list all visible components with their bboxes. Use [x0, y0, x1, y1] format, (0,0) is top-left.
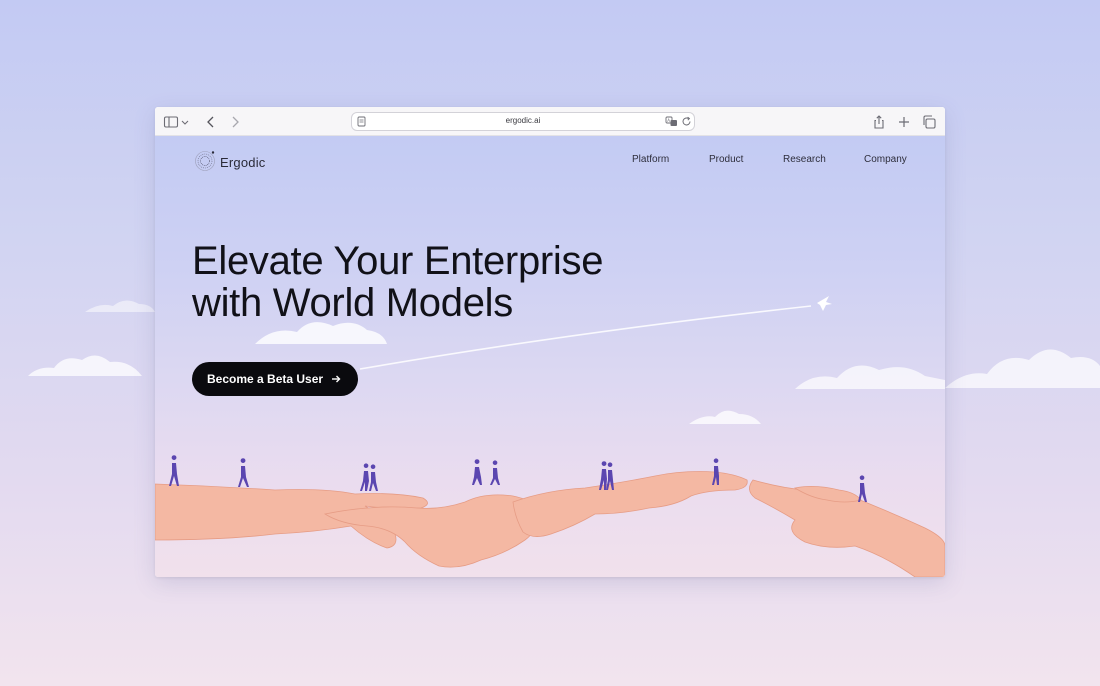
reload-icon[interactable] [680, 115, 693, 128]
cloud-center [255, 322, 387, 344]
forward-icon[interactable] [227, 114, 243, 130]
hero-illustration [155, 296, 945, 577]
airplane-icon [817, 296, 832, 311]
cta-label: Become a Beta User [207, 372, 324, 386]
browser-window: ergodic.ai A Ergodic Platform Product Re… [155, 107, 945, 577]
browser-toolbar: ergodic.ai A [155, 107, 945, 136]
become-beta-user-button[interactable]: Become a Beta User [192, 362, 358, 396]
arrow-right-icon [331, 374, 341, 384]
address-bar[interactable]: ergodic.ai A [351, 112, 695, 131]
new-tab-icon[interactable] [896, 114, 912, 130]
background-cloud-small [85, 300, 155, 312]
logo-mark-icon [195, 151, 215, 171]
chevron-down-icon[interactable] [180, 114, 190, 130]
logo-text: Ergodic [220, 155, 266, 170]
cloud-small [689, 410, 761, 424]
hands [155, 471, 945, 577]
nav-company[interactable]: Company [864, 154, 907, 165]
web-page: Ergodic Platform Product Research Compan… [155, 136, 945, 577]
background-cloud-left [28, 355, 142, 376]
nav-research[interactable]: Research [783, 154, 826, 165]
back-icon[interactable] [203, 114, 219, 130]
hero-headline: Elevate Your Enterprise with World Model… [192, 240, 712, 324]
tabs-overview-icon[interactable] [921, 114, 937, 130]
svg-text:A: A [667, 118, 670, 123]
nav-product[interactable]: Product [709, 154, 743, 165]
sidebar-icon[interactable] [163, 114, 179, 130]
cloud-right [795, 365, 945, 389]
share-icon[interactable] [871, 114, 887, 130]
background-cloud-right [945, 349, 1100, 388]
hero-headline-line-2: with World Models [192, 281, 513, 325]
nav-platform[interactable]: Platform [632, 154, 669, 165]
url-text[interactable]: ergodic.ai [352, 116, 694, 125]
translate-icon[interactable]: A [665, 115, 678, 128]
hero-headline-line-1: Elevate Your Enterprise [192, 239, 604, 283]
